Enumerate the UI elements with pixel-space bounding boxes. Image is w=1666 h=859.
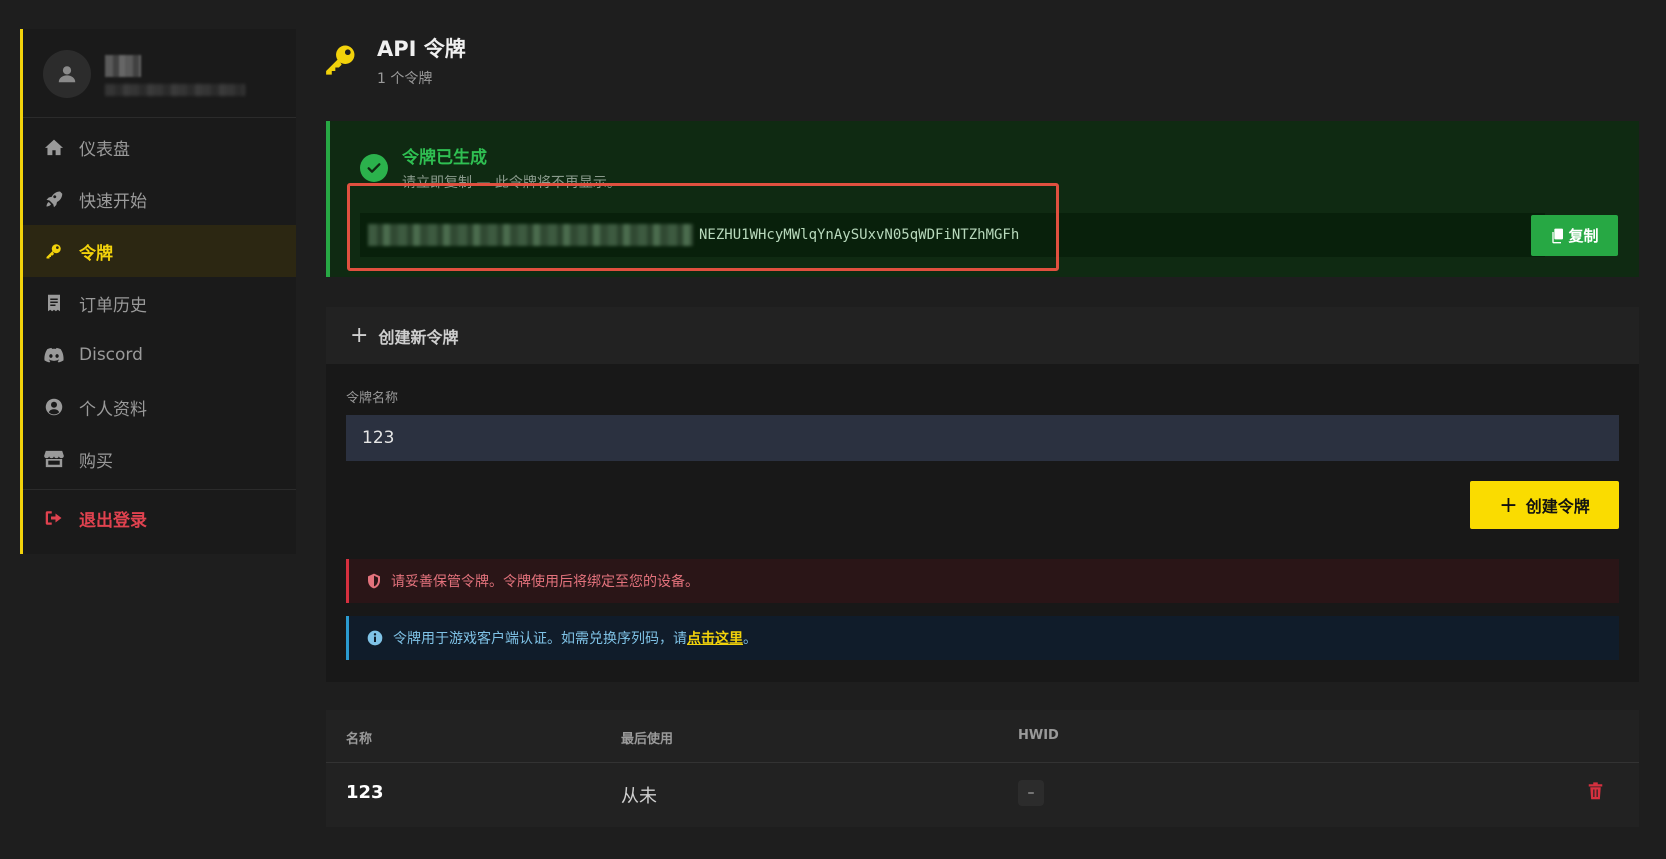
sidebar-nav: 仪表盘 快速开始 令牌 订单历史 Discord 个人资料 购买 退出登录 [23,118,296,546]
sidebar-item-label: 订单历史 [79,295,147,316]
column-header-hwid: HWID [1018,728,1059,743]
create-panel-title: 创建新令牌 [378,327,459,347]
hwid-cell: – [1018,780,1044,806]
sign-out-icon [43,507,65,529]
sidebar-item-label: 令牌 [79,243,113,264]
info-text-suffix: 。 [743,631,757,647]
page-title: API 令牌 [377,37,466,61]
tokens-table: 名称 最后使用 HWID 123 从未 – [326,710,1639,827]
username-redacted [105,55,141,77]
copy-icon [1552,228,1564,243]
user-profile [23,29,296,118]
email-redacted [105,84,245,96]
avatar[interactable] [43,50,91,98]
copy-button[interactable]: 复制 [1531,215,1618,256]
sidebar-item-purchase[interactable]: 购买 [23,433,296,485]
discord-icon [43,344,65,366]
info-alert: 令牌用于游戏客户端认证。如需兑换序列码，请 点击这里。 [346,616,1619,660]
home-icon [43,136,65,158]
page-subtitle: 1 个令牌 [377,71,433,87]
sidebar-item-discord[interactable]: Discord [23,329,296,381]
user-icon [58,66,76,83]
sidebar-item-quickstart[interactable]: 快速开始 [23,173,296,225]
column-header-name: 名称 [346,732,373,747]
sidebar-item-label: Discord [79,345,143,365]
column-header-last-used: 最后使用 [621,732,674,747]
info-text: 令牌用于游戏客户端认证。如需兑换序列码，请 [393,631,687,647]
token-highlight-outline [347,183,1059,271]
token-name-cell: 123 [346,782,384,803]
receipt-icon [43,292,65,314]
sidebar-item-tokens[interactable]: 令牌 [23,225,296,277]
sidebar-item-label: 仪表盘 [79,139,130,160]
table-header-divider [326,762,1639,763]
last-used-cell: 从未 [621,786,657,807]
user-circle-icon [43,396,65,418]
sidebar-item-orders[interactable]: 订单历史 [23,277,296,329]
warning-alert: 请妥善保管令牌。令牌使用后将绑定至您的设备。 [346,559,1619,603]
success-title: 令牌已生成 [402,148,487,168]
plus-icon: + [350,323,369,348]
token-name-label: 令牌名称 [346,391,399,406]
warning-text: 请妥善保管令牌。令牌使用后将绑定至您的设备。 [391,574,699,590]
sidebar: 仪表盘 快速开始 令牌 订单历史 Discord 个人资料 购买 退出登录 [20,29,296,554]
create-panel-header: + 创建新令牌 [326,307,1639,364]
rocket-icon [43,188,65,210]
redeem-link[interactable]: 点击这里 [687,628,743,648]
sidebar-item-profile[interactable]: 个人资料 [23,381,296,433]
sidebar-item-label: 个人资料 [79,399,147,420]
logout-button[interactable]: 退出登录 [23,490,296,546]
sidebar-item-label: 快速开始 [79,191,147,212]
copy-button-label: 复制 [1568,227,1599,245]
sidebar-item-label: 购买 [79,451,113,472]
key-icon [43,240,65,262]
create-token-button[interactable]: + 创建令牌 [1470,481,1619,529]
sidebar-item-dashboard[interactable]: 仪表盘 [23,121,296,173]
token-generated-panel: 令牌已生成 请立即复制 — 此令牌将不再显示。 NEZHU1WHcyMWlqYn… [326,121,1639,277]
shield-icon [367,573,381,589]
token-name-input[interactable] [346,415,1619,461]
create-token-panel: + 创建新令牌 令牌名称 + 创建令牌 请妥善保管令牌。令牌使用后将绑定至您的设… [326,307,1639,682]
logout-label: 退出登录 [79,510,147,531]
check-circle-icon [360,154,388,182]
info-circle-icon [367,630,383,646]
delete-token-button[interactable] [1588,782,1603,804]
create-token-button-label: 创建令牌 [1525,497,1590,516]
plus-icon: + [1499,492,1518,518]
trash-icon [1588,782,1603,800]
store-icon [43,448,65,470]
key-icon [324,42,358,80]
